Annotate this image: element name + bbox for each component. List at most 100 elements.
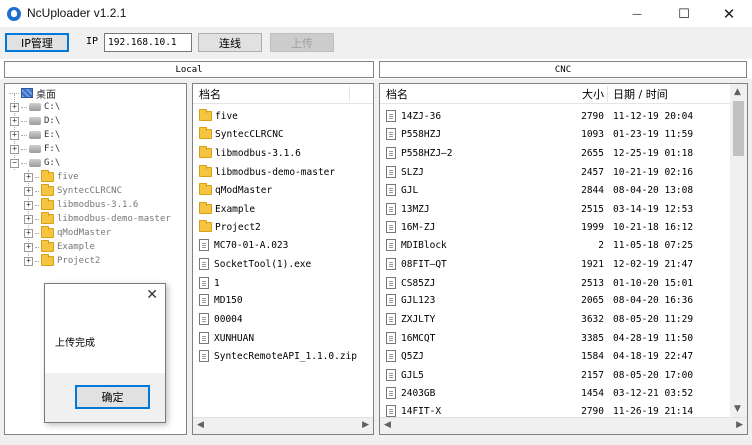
expand-icon[interactable]: + (24, 186, 33, 196)
file-icon (386, 221, 396, 233)
table-row[interactable]: ZXJLTY 3632 08-05-20 11:29 (386, 310, 693, 328)
scroll-down-icon[interactable]: ▼ (734, 404, 741, 414)
table-row[interactable]: P558HZJ 1093 01-23-19 11:59 (386, 125, 693, 143)
expand-icon[interactable]: + (24, 242, 33, 252)
column-header-name[interactable]: 档名 (386, 86, 408, 102)
scrollbar-thumb[interactable] (733, 101, 744, 156)
column-header-name[interactable]: 档名 (199, 86, 221, 102)
file-icon (386, 128, 396, 140)
scroll-up-icon[interactable]: ▲ (734, 87, 741, 97)
table-row[interactable]: 16MCQT 3385 04-28-19 11:50 (386, 329, 693, 347)
expand-icon[interactable]: + (24, 256, 33, 266)
scroll-left-icon[interactable]: ◀ (197, 420, 204, 430)
list-item[interactable]: qModMaster (199, 181, 272, 199)
cnc-file-list[interactable]: 档名 大小 日期 / 时间 14ZJ-36 2790 11-12-19 20:04 … (379, 83, 748, 435)
tree-item-folder[interactable]: + five (24, 170, 79, 184)
scroll-right-icon[interactable]: ▶ (362, 420, 369, 430)
tree-item-drive-g[interactable]: − G:\ (10, 156, 60, 170)
table-row[interactable]: GJL5 2157 08-05-20 17:00 (386, 366, 693, 384)
tree-item-folder[interactable]: + Project2 (24, 254, 100, 268)
table-row[interactable]: SLZJ 2457 10-21-19 02:16 (386, 163, 693, 181)
local-section-header: Local (4, 61, 374, 78)
table-row[interactable]: MDIBlock 2 11-05-18 07:25 (386, 236, 693, 254)
tree-item-drive-f[interactable]: + F:\ (10, 142, 60, 156)
tree-item-folder[interactable]: + libmodbus-demo-master (24, 212, 171, 226)
table-row[interactable]: 08FIT—QT 1921 12-02-19 21:47 (386, 255, 693, 273)
tree-item-drive-c[interactable]: + C:\ (10, 100, 60, 114)
list-item[interactable]: five (199, 107, 238, 125)
minimize-button[interactable]: — (614, 0, 660, 28)
connect-button[interactable]: 连线 (198, 33, 262, 52)
cnc-list-header[interactable]: 档名 大小 日期 / 时间 (380, 84, 732, 104)
local-file-list[interactable]: 档名 five SyntecCLRCNC libmodbus-3.1.6 lib… (192, 83, 374, 435)
close-button[interactable]: ✕ (706, 0, 752, 28)
list-item[interactable]: SyntecCLRCNC (199, 125, 284, 143)
folder-icon (199, 202, 212, 214)
file-icon (386, 239, 396, 251)
drive-icon (29, 145, 41, 153)
list-item[interactable]: libmodbus-3.1.6 (199, 144, 301, 162)
tree-item-folder[interactable]: + qModMaster (24, 226, 111, 240)
expand-icon[interactable]: + (10, 116, 19, 126)
scroll-right-icon[interactable]: ▶ (736, 420, 743, 430)
list-item[interactable]: SyntecRemoteAPI_1.1.0.zip (199, 347, 357, 365)
list-item[interactable]: 00004 (199, 310, 243, 328)
folder-icon (41, 184, 54, 196)
table-row[interactable]: GJL123 2065 08-04-20 16:36 (386, 291, 693, 309)
folder-icon (41, 226, 54, 238)
file-icon (199, 350, 209, 362)
expand-icon[interactable]: + (24, 172, 33, 182)
ok-button[interactable]: 确定 (75, 385, 150, 409)
scroll-left-icon[interactable]: ◀ (384, 420, 391, 430)
table-row[interactable]: 16M-ZJ 1999 10-21-18 16:12 (386, 218, 693, 236)
expand-icon[interactable]: + (24, 200, 33, 210)
expand-icon[interactable]: + (10, 130, 19, 140)
window-title: NcUploader v1.2.1 (27, 6, 127, 20)
column-header-date[interactable]: 日期 / 时间 (613, 86, 668, 102)
desktop-icon (21, 88, 33, 98)
table-row[interactable]: 14ZJ-36 2790 11-12-19 20:04 (386, 107, 693, 125)
table-row[interactable]: P558HZJ—2 2655 12-25-19 01:18 (386, 144, 693, 162)
ip-manage-button[interactable]: IP管理 (5, 33, 69, 52)
file-icon (386, 369, 396, 381)
expand-icon[interactable]: + (24, 228, 33, 238)
tree-item-folder[interactable]: + libmodbus-3.1.6 (24, 198, 138, 212)
list-item[interactable]: Project2 (199, 218, 261, 236)
app-icon (7, 7, 21, 21)
table-row[interactable]: 13MZJ 2515 03-14-19 12:53 (386, 200, 693, 218)
list-item[interactable]: libmodbus-demo-master (199, 163, 335, 181)
file-icon (386, 350, 396, 362)
list-item[interactable]: MC70-01-A.023 (199, 236, 288, 254)
cnc-horizontal-scrollbar[interactable]: ◀ ▶ (380, 417, 747, 434)
upload-button[interactable]: 上传 (270, 33, 334, 52)
file-icon (386, 387, 396, 399)
ip-input[interactable] (104, 33, 192, 52)
expand-icon[interactable]: + (10, 102, 19, 112)
collapse-icon[interactable]: − (10, 158, 19, 168)
list-item[interactable]: XUNHUAN (199, 329, 254, 347)
cnc-vertical-scrollbar[interactable]: ▲ ▼ (730, 84, 747, 417)
expand-icon[interactable]: + (10, 144, 19, 154)
table-row[interactable]: CS85ZJ 2513 01-10-20 15:01 (386, 274, 693, 292)
list-item[interactable]: MD150 (199, 291, 243, 309)
table-row[interactable]: GJL 2844 08-04-20 13:08 (386, 181, 693, 199)
tree-item-desktop[interactable]: 桌面 (9, 86, 56, 101)
tree-item-folder[interactable]: + SyntecCLRCNC (24, 184, 122, 198)
list-item[interactable]: SocketTool(1).exe (199, 255, 311, 273)
tree-item-folder[interactable]: + Example (24, 240, 95, 254)
expand-icon[interactable]: + (24, 214, 33, 224)
dialog-close-icon[interactable]: ✕ (146, 287, 158, 303)
tree-item-drive-e[interactable]: + E:\ (10, 128, 60, 142)
list-item[interactable]: 1 (199, 274, 220, 292)
maximize-button[interactable]: ☐ (661, 0, 707, 28)
file-icon (199, 313, 209, 325)
local-horizontal-scrollbar[interactable]: ◀ ▶ (193, 417, 373, 434)
local-list-header[interactable]: 档名 (193, 84, 373, 104)
list-item[interactable]: Example (199, 200, 255, 218)
folder-icon (41, 240, 54, 252)
column-header-size[interactable]: 大小 (582, 86, 604, 102)
drive-icon (29, 131, 41, 139)
tree-item-drive-d[interactable]: + D:\ (10, 114, 60, 128)
table-row[interactable]: Q5ZJ 1584 04-18-19 22:47 (386, 347, 693, 365)
table-row[interactable]: 2403GB 1454 03-12-21 03:52 (386, 384, 693, 402)
